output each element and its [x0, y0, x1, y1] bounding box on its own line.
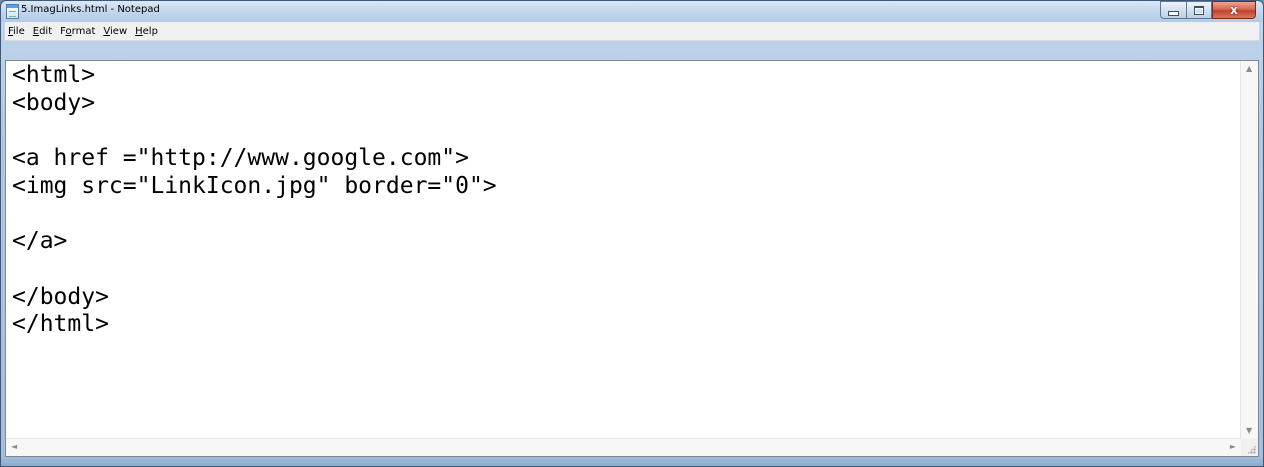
- notepad-window: 5.ImagLinks.html - Notepad x File Edit F…: [0, 0, 1264, 467]
- menu-format[interactable]: Format: [57, 26, 100, 37]
- code-line: </body>: [12, 283, 109, 310]
- close-icon: x: [1230, 3, 1238, 17]
- menu-bar: File Edit Format View Help: [5, 22, 1259, 41]
- caption-buttons: x: [1160, 1, 1256, 20]
- scroll-right-icon[interactable]: ►: [1230, 443, 1236, 451]
- text-editor[interactable]: <html> <body> <a href ="http://www.googl…: [5, 60, 1259, 457]
- code-line: </a>: [12, 228, 68, 255]
- resize-corner[interactable]: [1241, 439, 1258, 456]
- maximize-icon: [1194, 5, 1204, 15]
- vertical-scrollbar[interactable]: ▲ ▼: [1240, 61, 1258, 439]
- scroll-left-icon[interactable]: ◄: [11, 443, 17, 451]
- code-line: <a href ="http://www.google.com">: [12, 145, 469, 172]
- menu-help[interactable]: Help: [132, 26, 163, 37]
- resize-grip-icon[interactable]: [1247, 445, 1256, 454]
- notepad-icon[interactable]: [6, 4, 19, 19]
- minimize-icon: [1168, 10, 1179, 16]
- scroll-up-icon[interactable]: ▲: [1246, 65, 1252, 73]
- code-line: <body>: [12, 89, 96, 116]
- code-line: </html>: [12, 311, 109, 338]
- minimize-button[interactable]: [1160, 1, 1186, 19]
- horizontal-scrollbar[interactable]: ◄ ►: [6, 438, 1241, 456]
- code-line: <img src="LinkIcon.jpg" border="0">: [12, 172, 497, 199]
- code-line: <html>: [12, 62, 96, 88]
- menu-file[interactable]: File: [5, 26, 30, 37]
- menu-edit[interactable]: Edit: [30, 26, 57, 37]
- maximize-button[interactable]: [1186, 1, 1212, 19]
- title-bar[interactable]: 5.ImagLinks.html - Notepad x: [1, 1, 1263, 22]
- window-bottom-border: [1, 457, 1263, 466]
- editor-text-area[interactable]: <html> <body> <a href ="http://www.googl…: [6, 61, 1241, 439]
- window-title: 5.ImagLinks.html - Notepad: [21, 4, 160, 15]
- menu-view[interactable]: View: [100, 26, 132, 37]
- close-button[interactable]: x: [1212, 1, 1256, 19]
- scroll-down-icon[interactable]: ▼: [1246, 427, 1252, 435]
